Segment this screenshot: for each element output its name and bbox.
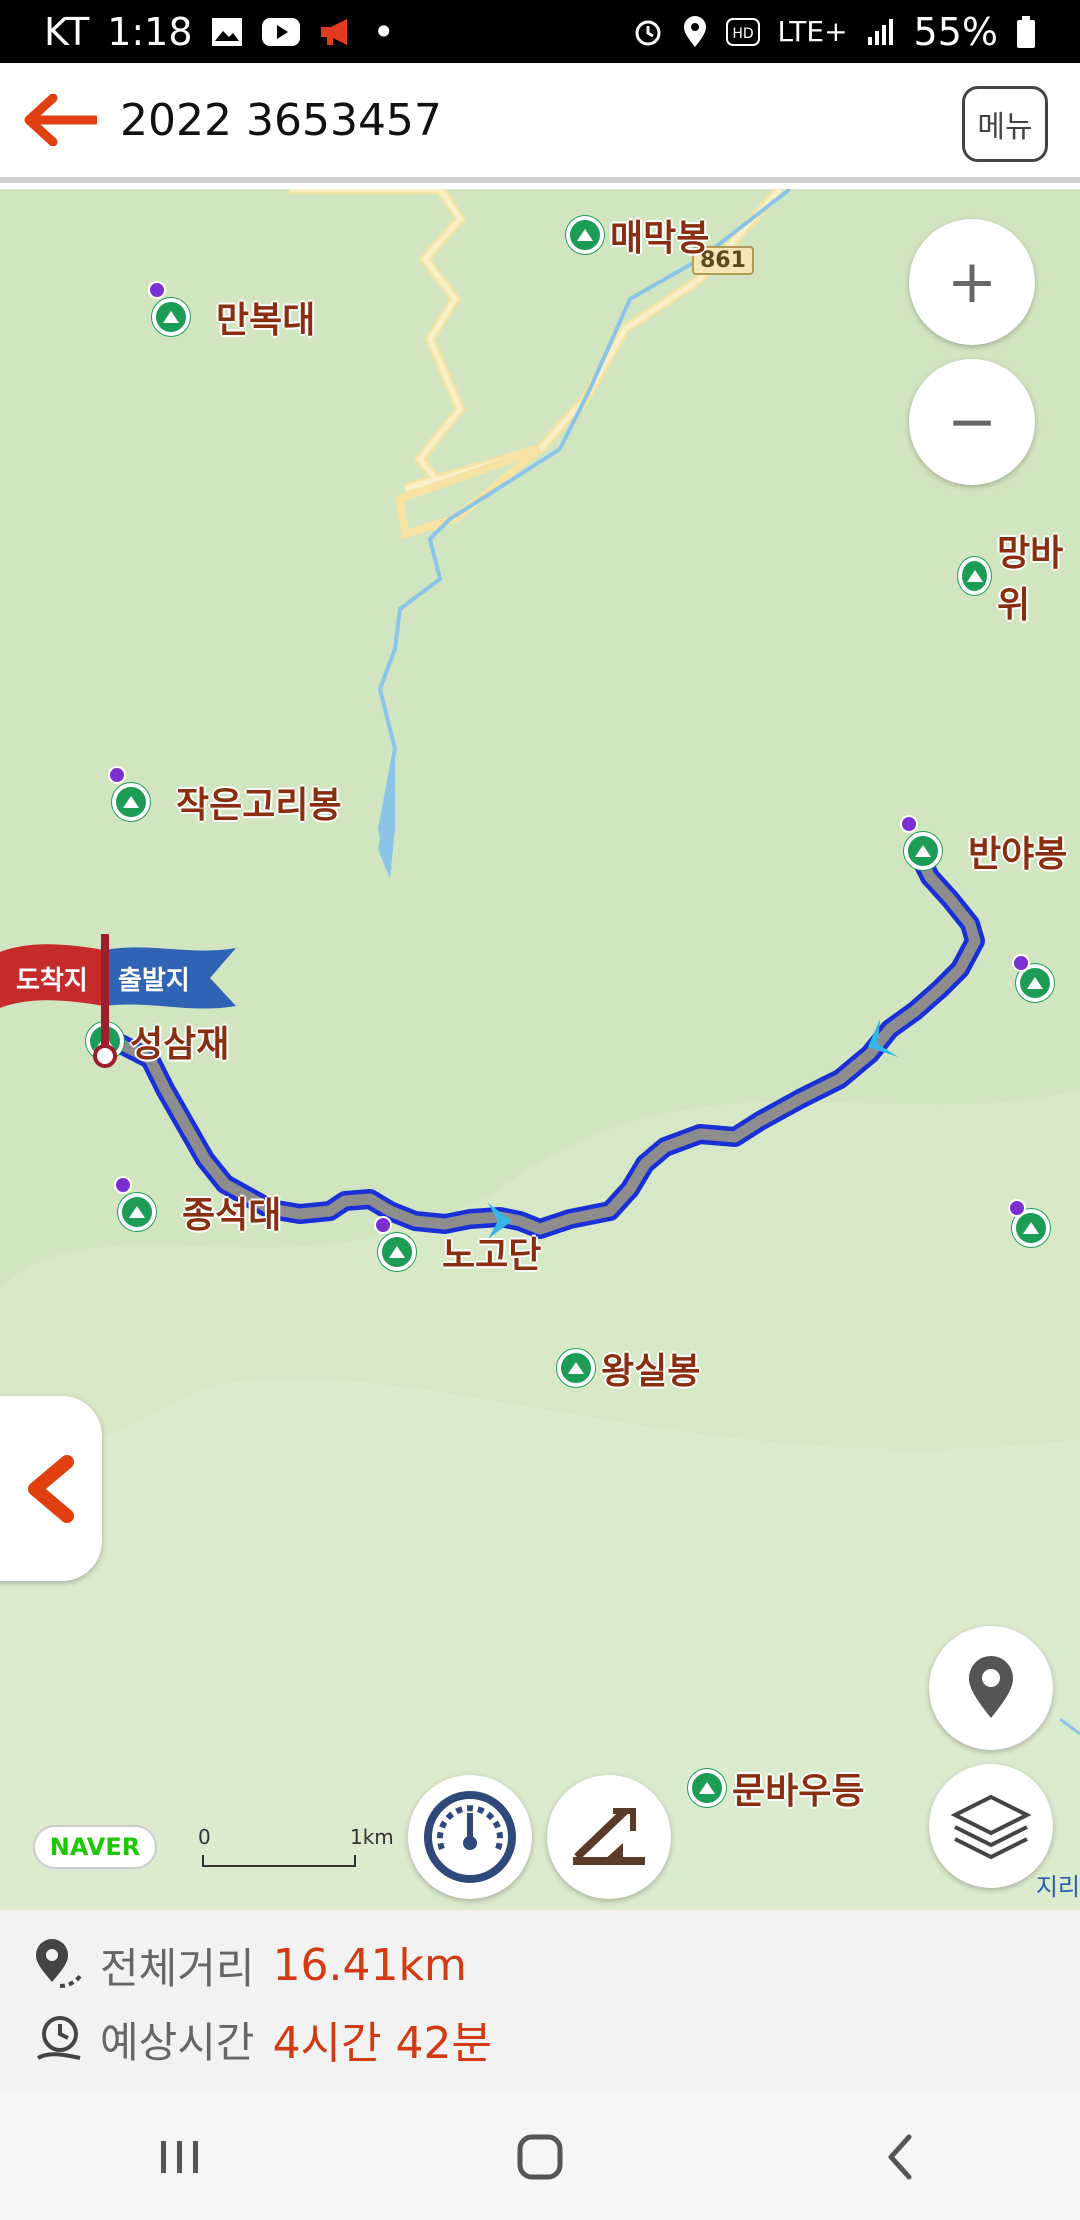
place-marker[interactable]: 매막봉 <box>566 209 709 261</box>
place-marker[interactable]: 노고단 <box>374 1216 542 1278</box>
place-label: 작은고리봉 <box>176 785 342 826</box>
back-arrow-icon <box>24 94 97 146</box>
mountain-peak-icon <box>557 1349 595 1387</box>
distance-value: 16.41km <box>272 1939 467 1991</box>
alarm-icon <box>632 16 664 48</box>
distance-label: 전체거리 <box>100 1943 255 1993</box>
place-marker[interactable]: 왕실봉 <box>557 1342 700 1394</box>
zoom-in-icon: + <box>946 247 998 317</box>
place-label: 종석대 <box>182 1195 282 1236</box>
gallery-icon <box>211 17 243 47</box>
layers-icon <box>951 1794 1031 1860</box>
place-label: 문바우등 <box>732 1771 865 1812</box>
end-label: 도착지 <box>16 966 88 996</box>
svg-text:HD: HD <box>732 26 753 42</box>
app-bar: 2022 3653457 메뉴 <box>0 63 1080 183</box>
menu-button[interactable]: 메뉴 <box>962 86 1048 162</box>
distance-pin-icon <box>36 1939 82 1988</box>
signal-icon <box>866 17 896 47</box>
collapse-chevron-icon <box>28 1454 74 1523</box>
route-info-panel: 전체거리 16.41km 예상시간 4시간 42분 <box>0 1910 1080 2093</box>
recents-icon <box>161 2140 198 2173</box>
distance-row: 전체거리 16.41km <box>32 1928 1080 2002</box>
mountain-peak-icon <box>688 1769 726 1807</box>
carrier-label: KT <box>44 9 90 54</box>
summit-badge-icon <box>108 766 126 784</box>
mountain-peak-icon <box>378 1233 416 1271</box>
zoom-out-button[interactable]: − <box>909 359 1035 485</box>
speedometer-icon <box>424 1791 516 1883</box>
summit-badge-icon <box>114 1176 132 1194</box>
elevation-icon <box>573 1808 645 1865</box>
flag-icon <box>0 934 236 1068</box>
time-row: 예상시간 4시간 42분 <box>32 2002 1080 2076</box>
mountain-peak-icon <box>904 832 942 870</box>
page-title: 2022 3653457 <box>120 94 442 146</box>
place-marker[interactable]: 망바위 <box>958 524 1080 628</box>
speedometer-button[interactable] <box>408 1775 532 1899</box>
place-label: 매막봉 <box>610 218 710 259</box>
mountain-peak-icon <box>112 783 150 821</box>
my-location-button[interactable] <box>929 1626 1053 1750</box>
battery-label: 55% <box>913 9 998 54</box>
start-label: 출발지 <box>118 966 190 996</box>
place-label: 만복대 <box>216 300 316 341</box>
battery-icon <box>1016 15 1036 49</box>
mountain-peak-icon <box>118 1193 156 1231</box>
summit-badge-icon <box>900 815 918 833</box>
place-label: 왕실봉 <box>601 1351 701 1392</box>
recents-button[interactable] <box>120 2117 240 2197</box>
summit-badge-icon <box>1008 1199 1026 1217</box>
map-view[interactable]: 861 매막봉 만복대 망바위 작은고리봉 반야봉 성삼재 종석대 노고단 왕실… <box>0 189 1080 1910</box>
start-end-flag[interactable]: 도착지 출발지 <box>0 934 240 1078</box>
location-icon <box>682 15 708 48</box>
place-label: 노고단 <box>442 1235 542 1276</box>
place-label: 망바위 <box>997 533 1064 626</box>
location-pin-icon <box>969 1656 1013 1718</box>
summit-badge-icon <box>1012 954 1030 972</box>
time-label: 예상시간 <box>100 2017 255 2067</box>
place-marker[interactable]: 종석대 <box>114 1176 282 1238</box>
mountain-peak-icon <box>958 557 992 595</box>
mountain-peak-icon <box>152 298 190 336</box>
system-nav-bar <box>0 2093 1080 2220</box>
home-icon <box>517 2134 563 2179</box>
place-label: 반야봉 <box>968 834 1068 875</box>
clock-icon <box>36 2016 81 2060</box>
summit-badge-icon <box>148 281 166 299</box>
home-button[interactable] <box>480 2117 600 2197</box>
youtube-icon <box>261 17 301 47</box>
time-label: 1:18 <box>107 9 193 54</box>
place-marker[interactable]: 작은고리봉 <box>108 766 342 828</box>
layers-button[interactable] <box>929 1764 1053 1888</box>
scale-start-label: 0 <box>198 1825 211 1849</box>
place-marker[interactable] <box>1008 1199 1050 1247</box>
dot-icon: • <box>372 9 395 54</box>
network-label: LTE+ <box>777 15 848 48</box>
map-attribution[interactable]: 지리 <box>1036 1867 1080 1902</box>
zoom-in-button[interactable]: + <box>909 219 1035 345</box>
back-button[interactable] <box>0 60 120 180</box>
megaphone-icon <box>319 17 355 47</box>
zoom-out-icon: − <box>946 387 998 457</box>
mountain-peak-icon <box>566 216 604 254</box>
elevation-button[interactable] <box>547 1775 671 1899</box>
back-nav-icon <box>888 2134 912 2179</box>
place-marker[interactable]: 만복대 <box>148 281 316 343</box>
back-nav-button[interactable] <box>840 2117 960 2197</box>
naver-logo: NAVER <box>33 1825 157 1869</box>
scale-end-label: 1km <box>350 1825 394 1849</box>
place-marker[interactable] <box>1012 954 1054 1002</box>
scale-line <box>202 1855 356 1867</box>
status-bar: KT 1:18 • HD LTE+ 55% <box>0 0 1080 63</box>
place-marker[interactable]: 문바우등 <box>688 1762 864 1814</box>
summit-badge-icon <box>374 1216 392 1234</box>
hd-icon: HD <box>725 17 760 46</box>
time-value: 4시간 42분 <box>272 2018 492 2069</box>
side-panel-toggle[interactable] <box>0 1396 102 1581</box>
place-marker[interactable]: 반야봉 <box>900 815 1068 877</box>
